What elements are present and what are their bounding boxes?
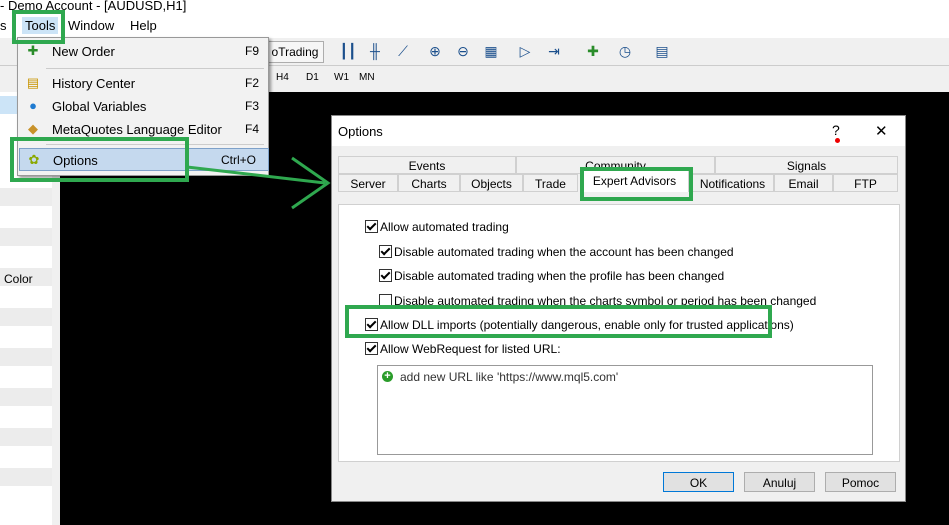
tab-label: Trade [535,177,566,191]
menu-item-shortcut: F9 [245,44,260,58]
autoscroll-icon[interactable]: ⇥ [544,41,564,61]
help-icon[interactable]: ? [832,122,840,138]
disable-on-account-change-checkbox[interactable] [379,245,392,258]
menu-divider [46,68,264,69]
menu-item-shortcut: F3 [245,99,260,113]
menu-item-history-center[interactable]: ▤ History Center F2 [19,72,267,94]
allow-automated-trading-checkbox[interactable] [365,220,378,233]
url-list[interactable]: + add new URL like 'https://www.mql5.com… [377,365,873,455]
chart-shift-icon[interactable]: ▷ [515,41,535,61]
tab-label: Charts [411,177,447,191]
list-item[interactable] [0,348,52,366]
tab-label: Server [350,177,386,191]
menu-window[interactable]: Window [68,18,114,33]
tab-charts[interactable]: Charts [398,174,460,192]
tab-events[interactable]: Events [338,156,516,174]
menu-item-shortcut: F2 [245,76,260,90]
zoom-in-icon[interactable]: ⊕ [425,41,445,61]
ok-button[interactable]: OK [663,472,734,492]
highlight-tools-menu [12,10,65,44]
list-item[interactable] [0,388,52,406]
add-url-hint[interactable]: add new URL like 'https://www.mql5.com' [400,370,618,384]
new-order-icon: ✚ [27,43,39,58]
list-item[interactable] [0,428,52,446]
templates-icon[interactable]: ▤ [652,41,672,61]
option-label: Disable automated trading when the profi… [394,269,725,283]
option-label: Allow automated trading [380,220,509,234]
arrow-icon [186,156,331,210]
title-bar: - Demo Account - [AUDUSD,H1] [0,0,949,16]
color-label: Color [4,272,33,286]
disable-on-profile-change-checkbox[interactable] [379,269,392,282]
zoom-out-icon[interactable]: ⊖ [453,41,473,61]
tab-objects[interactable]: Objects [460,174,523,192]
menu-item-shortcut: F4 [245,122,260,136]
allow-webrequest-checkbox[interactable] [365,342,378,355]
add-icon[interactable]: + [382,371,393,382]
menu-item-label: Global Variables [52,99,147,114]
indicators-icon[interactable]: ✚ [583,41,603,61]
menu-item-label: New Order [52,44,115,59]
option-label: Disable automated trading when the accou… [394,245,734,259]
tab-label: FTP [854,177,877,191]
dialog-title-bar: Options ? ✕ [332,116,905,146]
list-item[interactable] [0,228,52,246]
timeframe-d1[interactable]: D1 [306,72,319,83]
globe-icon: ● [29,98,37,113]
periods-icon[interactable]: ◷ [615,41,635,61]
tab-label: Signals [786,159,827,173]
list-item[interactable] [0,468,52,486]
option-label: Allow WebRequest for listed URL: [380,342,561,356]
timeframe-h4[interactable]: H4 [276,72,289,83]
tile-windows-icon[interactable]: ▦ [481,41,501,61]
candlestick-icon[interactable]: ╫ [365,41,385,61]
tab-label: Events [408,159,446,173]
tab-ftp[interactable]: FTP [833,174,898,192]
close-icon[interactable]: ✕ [875,122,888,140]
tab-signals[interactable]: Signals [715,156,898,174]
history-icon: ▤ [26,75,40,90]
highlight-expert-advisors-tab [580,167,693,201]
highlight-allow-dll [345,305,772,338]
autotrading-label: oTrading [271,45,319,59]
list-item[interactable] [0,188,52,206]
menu-help[interactable]: Help [130,18,157,33]
autotrading-button[interactable]: oTrading [266,41,324,63]
tab-notifications[interactable]: Notifications [691,174,774,192]
timeframe-mn[interactable]: MN [359,72,375,83]
editor-icon: ◆ [28,121,38,136]
line-chart-icon[interactable]: ⟋ [393,41,413,61]
list-item[interactable] [0,308,52,326]
menu-partial[interactable]: s [0,18,7,33]
menu-item-global-variables[interactable]: ● Global Variables F3 [19,95,267,117]
menu-bar: s Tools Window Help [0,16,949,39]
tab-server[interactable]: Server [338,174,398,192]
menu-item-label: MetaQuotes Language Editor [52,122,222,137]
tab-email[interactable]: Email [774,174,833,192]
highlight-options-item [10,137,189,182]
timeframe-w1[interactable]: W1 [334,72,349,83]
menu-item-label: History Center [52,76,136,91]
cancel-button[interactable]: Anuluj [744,472,815,492]
tab-label: Notifications [699,177,766,191]
dialog-title: Options [338,124,383,139]
help-button[interactable]: Pomoc [825,472,896,492]
bar-chart-icon[interactable]: ┃┃ [338,41,358,61]
tab-trade[interactable]: Trade [523,174,578,192]
tab-label: Email [788,177,819,191]
tab-label: Objects [471,177,512,191]
notification-dot [835,138,840,143]
